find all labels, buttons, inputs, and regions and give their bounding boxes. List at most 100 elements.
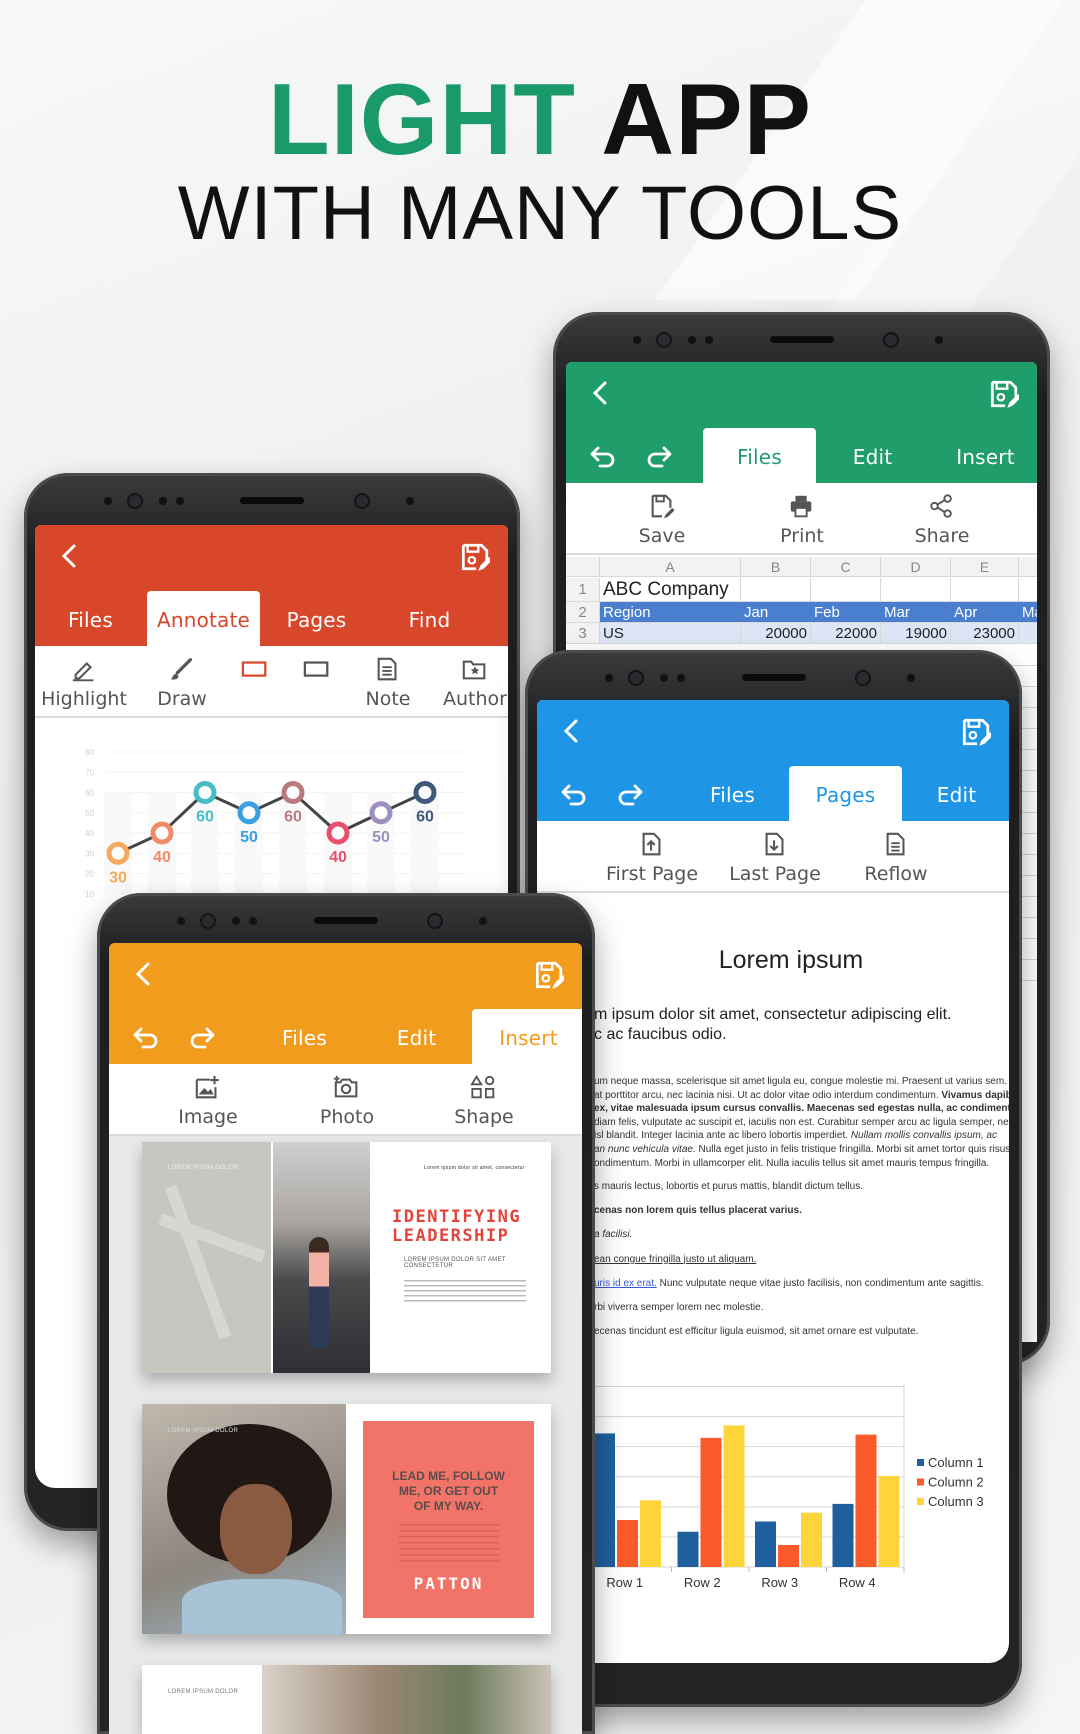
- tab-pages[interactable]: Pages: [260, 591, 373, 646]
- camera-icon: [127, 493, 143, 509]
- data-label: 40: [153, 849, 171, 866]
- column-header[interactable]: A: [600, 557, 741, 576]
- corner-cell: [566, 557, 600, 576]
- column-header[interactable]: C: [811, 557, 881, 576]
- tool-photo[interactable]: Photo: [287, 1064, 407, 1136]
- slide-title-line: LEADERSHIP: [392, 1226, 510, 1246]
- tab-find[interactable]: Find: [373, 591, 486, 646]
- legend-label: Column 2: [928, 1475, 984, 1490]
- tool-label: Share: [914, 525, 970, 547]
- tab-annotate[interactable]: Annotate: [147, 591, 260, 646]
- cell[interactable]: Region: [600, 602, 741, 622]
- cell[interactable]: Mar: [881, 602, 951, 622]
- save-edit-icon[interactable]: [987, 378, 1019, 410]
- tab-insert[interactable]: Insert: [472, 1009, 582, 1064]
- app-header: Files Edit Insert: [566, 362, 1037, 483]
- bar: [855, 1434, 877, 1567]
- row-number[interactable]: 3: [566, 623, 600, 643]
- slide-thumbnail[interactable]: LOREM IPSUM DOLOR Lorem ipsum dolor sit a…: [142, 1142, 551, 1373]
- redo-icon[interactable]: [644, 442, 674, 472]
- camera-icon: [427, 913, 443, 929]
- cell[interactable]: ABC Company: [600, 578, 741, 601]
- quote-box: LEAD ME, FOLLOW ME, OR GET OUT OF MY WAY. P…: [363, 1421, 534, 1618]
- sensor-icon: [104, 497, 112, 505]
- data-label: 60: [196, 809, 214, 826]
- tool-shape[interactable]: Shape: [424, 1064, 544, 1136]
- tab-files[interactable]: Files: [35, 591, 147, 646]
- undo-icon[interactable]: [131, 1023, 161, 1053]
- cell[interactable]: [741, 578, 811, 601]
- tool-share[interactable]: Share: [882, 483, 1002, 555]
- slide-thumbnail[interactable]: LOREM IPSUM DOLOR: [142, 1665, 551, 1734]
- tab-files[interactable]: Files: [703, 428, 816, 483]
- sensor-icon: [688, 336, 696, 344]
- quote-line: LEAD ME, FOLLOW: [392, 1469, 505, 1483]
- cell[interactable]: [951, 578, 1019, 601]
- photo-person: [309, 1237, 329, 1347]
- cell[interactable]: Ma: [1019, 602, 1037, 622]
- cell[interactable]: Jan: [741, 602, 811, 622]
- cell[interactable]: 23000: [951, 623, 1019, 643]
- column-header[interactable]: D: [881, 557, 951, 576]
- cell[interactable]: [1019, 623, 1037, 643]
- tab-insert[interactable]: Insert: [929, 428, 1037, 483]
- sheet-row: 3 US 20000 22000 19000 23000: [566, 623, 1037, 644]
- sensor-icon: [177, 917, 185, 925]
- image-icon: [195, 1075, 219, 1099]
- back-icon[interactable]: [55, 541, 85, 571]
- tab-edit[interactable]: Edit: [360, 1009, 473, 1064]
- tool-save[interactable]: Save: [602, 483, 722, 555]
- column-header[interactable]: B: [741, 557, 811, 576]
- sensor-icon: [406, 497, 414, 505]
- document-link[interactable]: uris id ex erat.: [594, 1278, 657, 1289]
- bar: [832, 1503, 854, 1567]
- ribbon-toolbar: Save Print Share: [566, 483, 1037, 555]
- cell[interactable]: 22000: [811, 623, 881, 643]
- row-number[interactable]: 2: [566, 602, 600, 622]
- data-point: [281, 781, 305, 805]
- back-icon[interactable]: [586, 378, 616, 408]
- cell[interactable]: 19000: [881, 623, 951, 643]
- cell[interactable]: [811, 578, 881, 601]
- tool-print[interactable]: Print: [742, 483, 862, 555]
- y-tick-label: 30: [85, 849, 94, 858]
- slide-brand: LOREM IPSUM DOLOR: [168, 1165, 239, 1171]
- cell[interactable]: [1019, 578, 1037, 601]
- app-header: Files Annotate Pages Find: [35, 525, 508, 646]
- back-icon[interactable]: [129, 959, 159, 989]
- undo-icon[interactable]: [588, 442, 618, 472]
- row-number[interactable]: 1: [566, 578, 600, 601]
- tool-image[interactable]: Image: [148, 1064, 268, 1136]
- bar: [778, 1544, 799, 1567]
- camera-icon: [656, 332, 672, 348]
- y-tick-label: 40: [85, 829, 94, 838]
- text-segment: cenas non lorem quis tellus placerat var…: [594, 1205, 802, 1217]
- tab-files[interactable]: Files: [248, 1009, 361, 1064]
- column-header[interactable]: E: [951, 557, 1019, 576]
- data-label: 30: [109, 869, 127, 886]
- cell[interactable]: US: [600, 623, 741, 643]
- data-point: [369, 801, 393, 825]
- speaker-icon: [741, 674, 806, 681]
- save-edit-icon[interactable]: [532, 959, 564, 991]
- document-line: at porttitor arcu, nec lacinia nisi. Ut …: [594, 1090, 1009, 1101]
- bar: [594, 1433, 615, 1567]
- text-segment: rbi viverra semper lorem nec molestie.: [594, 1302, 764, 1313]
- tool-author[interactable]: Author: [415, 646, 508, 718]
- cell[interactable]: Feb: [811, 602, 881, 622]
- save-edit-icon[interactable]: [458, 541, 490, 573]
- tab-edit[interactable]: Edit: [816, 428, 929, 483]
- cell[interactable]: [881, 578, 951, 601]
- cell[interactable]: Apr: [951, 602, 1019, 622]
- cell[interactable]: 20000: [741, 623, 811, 643]
- slide-thumbnail[interactable]: LOREM IPSUM DOLOR LEAD ME, FOLLOW ME, OR G…: [142, 1404, 551, 1634]
- text-segment: um neque massa, scelerisque sit amet lig…: [594, 1076, 1007, 1087]
- column-header[interactable]: [1019, 557, 1037, 576]
- text-segment: ean congue fringilla justo ut aliquam.: [594, 1253, 757, 1265]
- x-tick-label: Row 3: [761, 1575, 798, 1590]
- x-tick-label: Row 1: [606, 1575, 643, 1590]
- data-label: 50: [240, 829, 258, 846]
- document-line: s mauris lectus, lobortis et purus matti…: [594, 1181, 863, 1192]
- print-icon: [790, 495, 812, 518]
- redo-icon[interactable]: [187, 1023, 217, 1053]
